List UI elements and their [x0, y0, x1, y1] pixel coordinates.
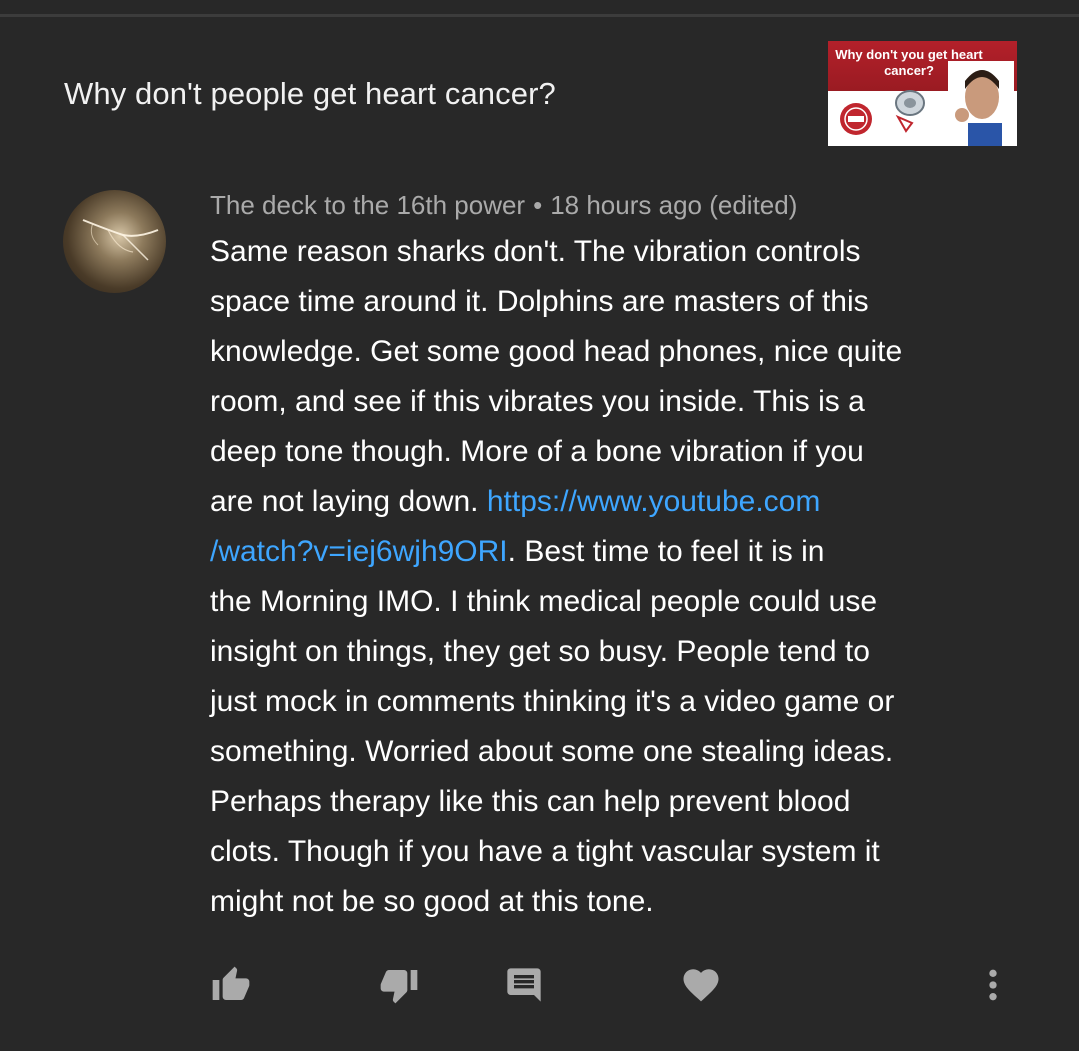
thumbs-down-icon	[380, 970, 418, 1004]
comment-text-part2: . Best time to feel it is in the Morning…	[210, 535, 895, 918]
comment: The deck to the 16th power • 18 hours ago …	[210, 188, 1000, 927]
comment-body: Same reason sharks don't. The vibration …	[210, 227, 1000, 927]
comment-text-part1: Same reason sharks don't. The vibration …	[210, 235, 903, 518]
dislike-button[interactable]	[377, 963, 421, 1007]
comment-actions	[0, 963, 1079, 1013]
more-options-button[interactable]	[971, 963, 1015, 1007]
avatar-lightning-image	[82, 219, 159, 261]
comment-icon	[507, 968, 541, 1002]
reply-button[interactable]	[502, 963, 546, 1007]
thumbnail-device-icon	[895, 90, 925, 133]
heart-button[interactable]	[679, 963, 723, 1007]
author-name[interactable]: The deck to the 16th power	[210, 190, 525, 220]
comment-meta: The deck to the 16th power • 18 hours ago …	[210, 188, 1000, 222]
author-avatar[interactable]	[63, 190, 166, 293]
video-thumbnail[interactable]: Why don't you get heart cancer?	[828, 41, 1017, 146]
top-divider	[0, 14, 1079, 17]
meta-separator: •	[533, 190, 543, 220]
video-title[interactable]: Why don't people get heart cancer?	[64, 76, 556, 112]
like-button[interactable]	[209, 963, 253, 1007]
heart-icon	[683, 969, 719, 1002]
comment-link-part1: https://www.youtube.com	[486, 485, 821, 518]
comment-link-part2: /watch?v=iej6wjh9ORI	[210, 535, 508, 568]
thumbnail-person-image	[948, 61, 1014, 146]
thumbs-up-icon	[212, 966, 250, 1000]
comment-time: 18 hours ago (edited)	[550, 190, 798, 220]
more-vertical-icon	[989, 969, 997, 1001]
thumbnail-badge-icon	[840, 103, 872, 135]
